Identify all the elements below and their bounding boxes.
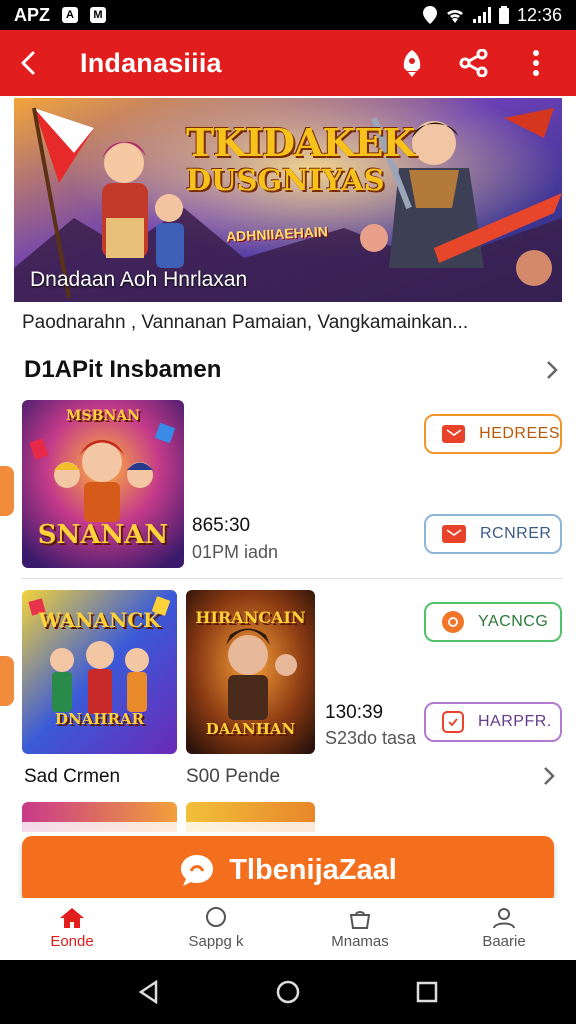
- mail-icon: [442, 425, 466, 443]
- cellular-icon: [472, 7, 491, 23]
- divider: [22, 578, 562, 579]
- chip-label-4: HARPFR.: [478, 713, 552, 730]
- chevron-right-icon[interactable]: [546, 360, 558, 380]
- primary-action-button[interactable]: TlbenijaZaal: [22, 836, 554, 904]
- rocket-button[interactable]: [392, 43, 432, 83]
- bag-icon: [349, 911, 371, 929]
- section-header[interactable]: D1APit Insbamen: [24, 356, 564, 384]
- back-triangle-icon[interactable]: [138, 980, 160, 1004]
- side-handle-2[interactable]: [0, 656, 14, 706]
- nav-label-bag: Mnamas: [331, 933, 389, 950]
- more-vertical-icon: [533, 50, 539, 76]
- nav-item-home[interactable]: Eonde: [0, 898, 144, 960]
- chevron-right-icon-2[interactable]: [543, 766, 555, 786]
- action-chip-3[interactable]: YACNCG: [424, 602, 562, 642]
- item-price: 865:30: [192, 515, 251, 536]
- arrow-left-icon: [21, 51, 35, 75]
- section-title: D1APit Insbamen: [24, 356, 222, 383]
- status-carrier-text: APZ: [14, 4, 50, 25]
- game-thumbnail[interactable]: MSBNAN SNANAN: [22, 400, 184, 568]
- item-price-3: 130:39: [325, 702, 384, 723]
- notification-icon: A: [62, 7, 78, 23]
- action-chip-4[interactable]: HARPFR.: [424, 702, 562, 742]
- nav-item-bag[interactable]: Mnamas: [288, 898, 432, 960]
- chat-bubble-icon-cta: [181, 855, 214, 886]
- page-title: Indanasiiia: [80, 47, 222, 78]
- location-icon: [422, 6, 437, 24]
- back-button[interactable]: [0, 30, 60, 96]
- row-label-right: S00 Pende: [186, 766, 281, 787]
- chat-icon: [442, 711, 464, 733]
- recents-square-icon[interactable]: [416, 981, 438, 1003]
- thumb-label-top-3: HIRANCAIN: [195, 608, 306, 627]
- description-text: Paodnarahn , Vannanan Pamaian, Vangkamai…: [22, 312, 469, 333]
- home-icon: [60, 908, 84, 928]
- chip-label: HEDREES: [479, 425, 560, 442]
- cta-label: TlbenijaZaal: [229, 853, 397, 886]
- game-thumbnail-3[interactable]: HIRANCAIN DAANHAN: [186, 590, 315, 754]
- person-icon: [493, 908, 515, 929]
- hero-title-line1: TKIDAKEK: [186, 120, 416, 165]
- thumb-label-top: MSBNAN: [66, 408, 140, 424]
- hero-caption: Dnadaan Aoh Hnrlaxan: [30, 268, 248, 291]
- share-button[interactable]: [454, 43, 494, 83]
- side-handle[interactable]: [0, 466, 14, 516]
- nav-item-chat[interactable]: Sappg k: [144, 898, 288, 960]
- wifi-icon: [446, 9, 463, 23]
- thumb-label-2: DNAHRAR: [54, 710, 145, 728]
- app-bar: Indanasiiia: [0, 30, 576, 96]
- row-label-left: Sad Crmen: [24, 766, 121, 787]
- notification-icon-2: M: [90, 7, 106, 23]
- action-chip-1[interactable]: HEDREES: [424, 414, 562, 454]
- hero-banner[interactable]: TKIDAKEK DUSGNIYAS ADHNIIAEHAIN Dnadaan …: [14, 98, 562, 302]
- chip-label-2: RCNRER: [480, 525, 552, 542]
- item-subtext-3: S23do tasa: [325, 728, 417, 748]
- mail-icon-2: [442, 525, 466, 543]
- game-thumbnail-2[interactable]: WANANCK DNAHRAR: [22, 590, 177, 754]
- chip-label-3: YACNCG: [478, 613, 549, 630]
- nav-label-home: Eonde: [50, 933, 94, 950]
- share-icon: [459, 49, 488, 77]
- status-bar: APZ A M 12:36: [0, 0, 576, 30]
- thumb-label: SNANAN: [37, 520, 169, 550]
- home-circle-icon[interactable]: [276, 980, 300, 1004]
- action-chip-2[interactable]: RCNRER: [424, 514, 562, 554]
- thumb-label-top-2: WANANCK: [38, 608, 161, 632]
- more-options-button[interactable]: [516, 43, 556, 83]
- nav-label-profile: Baarie: [482, 933, 526, 950]
- hero-title: TKIDAKEK DUSGNIYAS: [186, 120, 416, 197]
- hero-title-line2: DUSGNIYAS: [186, 163, 385, 197]
- nav-label-chat: Sappg k: [188, 933, 244, 950]
- system-navigation-bar: [0, 960, 576, 1024]
- item-subtext: 01PM iadn: [192, 542, 279, 562]
- nav-item-profile[interactable]: Baarie: [432, 898, 576, 960]
- chat-bubble-icon: [442, 611, 464, 633]
- rocket-icon: [403, 50, 421, 77]
- chat-icon-nav: [206, 907, 226, 927]
- bottom-navigation: Eonde Sappg k Mnamas Baarie: [0, 898, 576, 960]
- clock: 12:36: [516, 4, 562, 25]
- battery-icon: [498, 6, 509, 24]
- thumb-label-3: DAANHAN: [205, 720, 296, 738]
